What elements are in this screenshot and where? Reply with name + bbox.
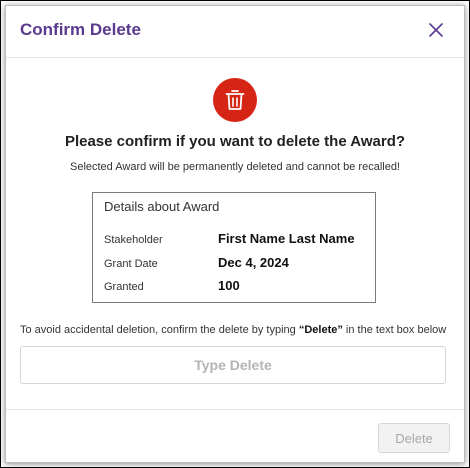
instruction-keyword: “Delete” — [298, 324, 343, 336]
permanent-warning: Selected Award will be permanently delet… — [69, 161, 400, 173]
instruction-prefix: To avoid accidental deletion, confirm th… — [20, 324, 299, 336]
detail-row-stakeholder: Stakeholder First Name Last Name — [104, 231, 374, 251]
delete-button[interactable]: Delete — [378, 423, 450, 453]
trash-badge — [213, 78, 257, 122]
detail-value: First Name Last Name — [218, 231, 355, 246]
type-delete-input[interactable] — [20, 346, 446, 384]
award-details-box: Details about Award Stakeholder First Na… — [92, 192, 376, 303]
screenshot-frame: Confirm Delete Please confirm if you wan… — [0, 0, 470, 468]
dialog-footer: Delete — [6, 409, 464, 462]
detail-label: Stakeholder — [104, 234, 163, 246]
confirm-question: Please confirm if you want to delete the… — [64, 133, 406, 150]
detail-value: 100 — [218, 278, 240, 293]
detail-row-granted: Granted 100 — [104, 278, 374, 298]
delete-instruction: To avoid accidental deletion, confirm th… — [20, 324, 460, 336]
trash-icon — [225, 90, 245, 110]
instruction-suffix: in the text box below — [342, 324, 447, 336]
details-title: Details about Award — [104, 199, 220, 214]
close-icon — [429, 23, 443, 37]
dialog-header: Confirm Delete — [6, 6, 464, 58]
detail-value: Dec 4, 2024 — [218, 255, 289, 270]
close-button[interactable] — [424, 18, 448, 42]
confirm-delete-dialog: Confirm Delete Please confirm if you wan… — [5, 5, 465, 463]
dialog-title: Confirm Delete — [20, 20, 141, 39]
detail-label: Grant Date — [104, 258, 158, 270]
detail-label: Granted — [104, 281, 144, 293]
detail-row-grant-date: Grant Date Dec 4, 2024 — [104, 255, 374, 275]
